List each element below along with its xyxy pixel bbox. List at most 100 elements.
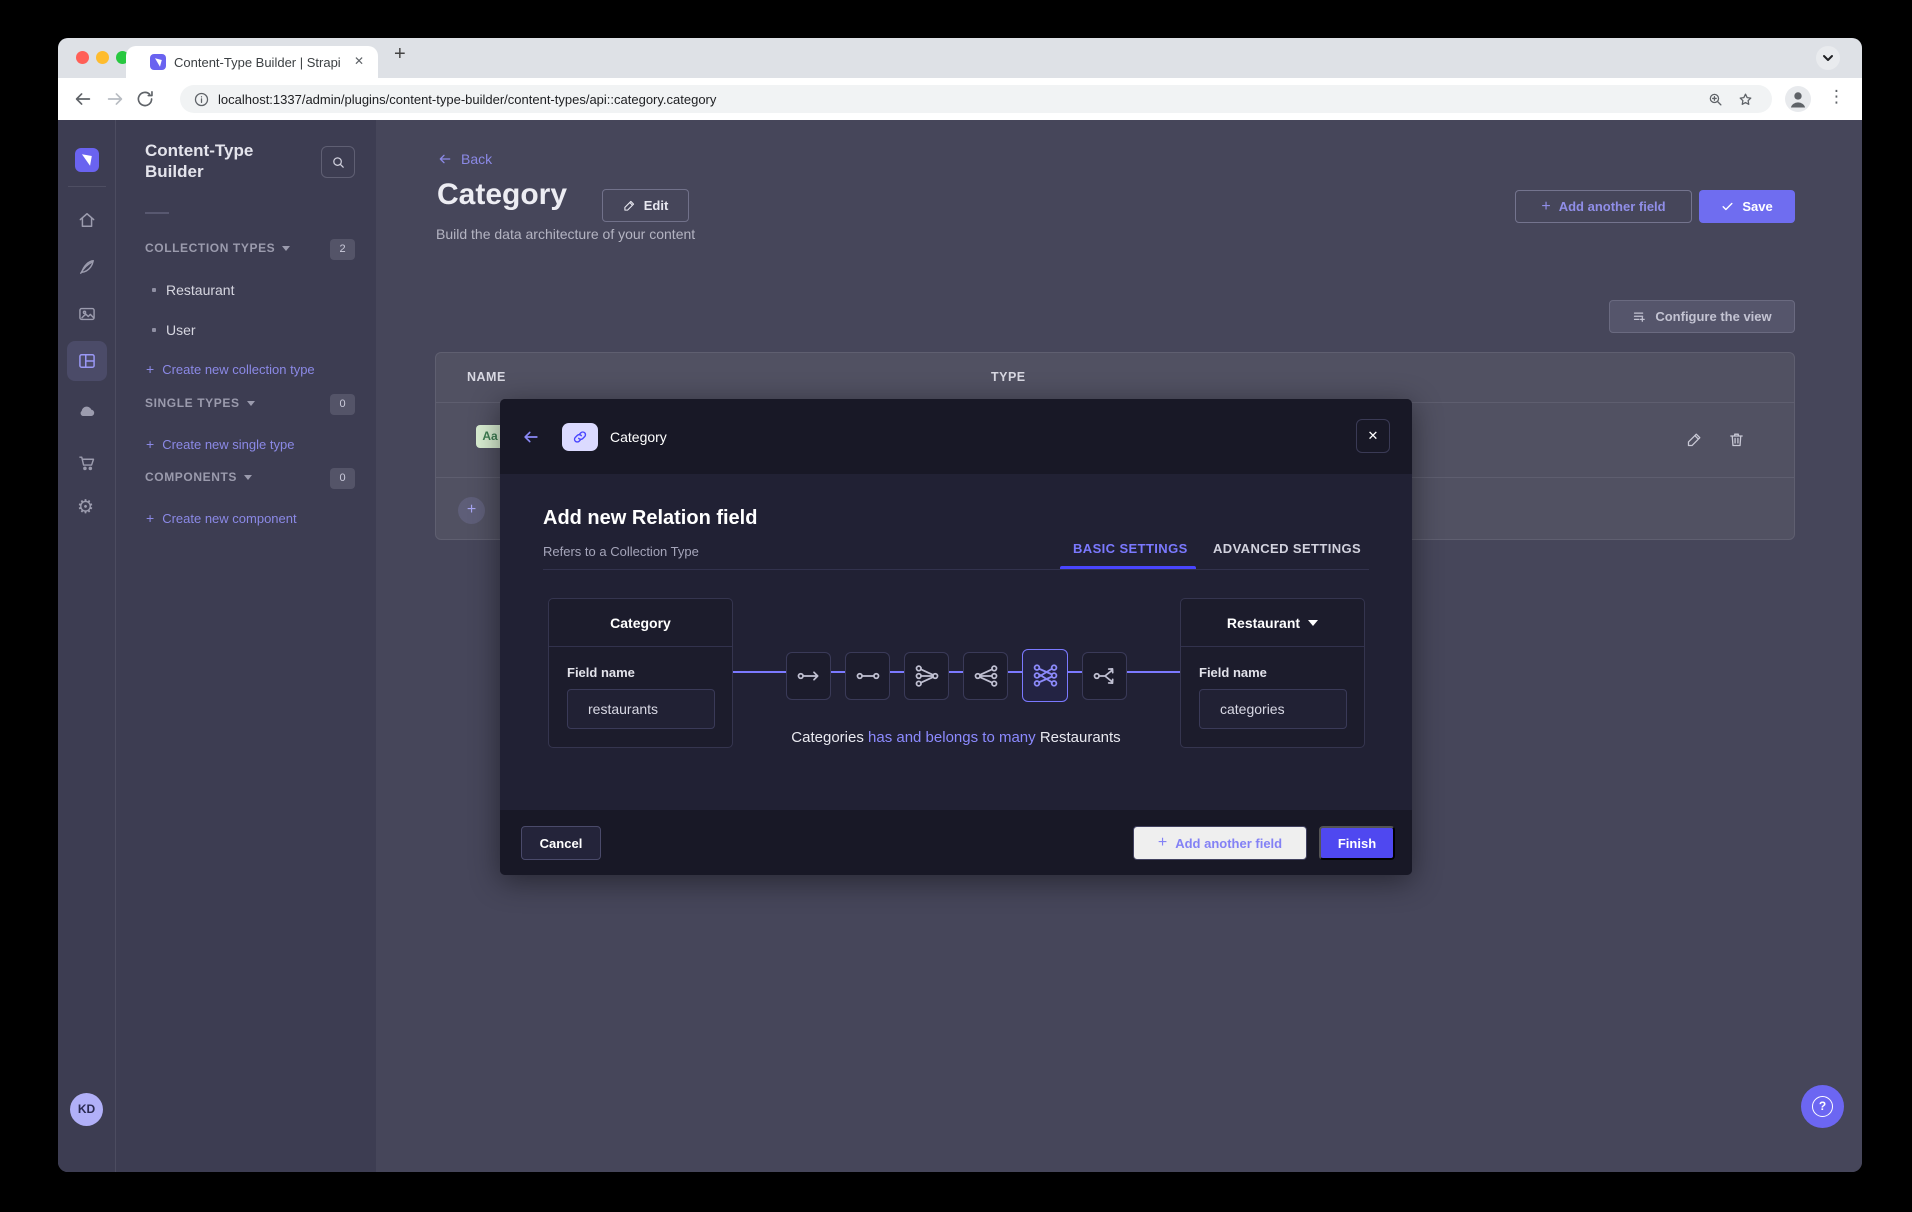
sentence-subject: Categories — [791, 729, 864, 746]
relation-sentence: Categories has and belongs to many Resta… — [500, 729, 1412, 746]
add-another-field-button[interactable]: +Add another field — [1515, 190, 1692, 223]
browser-tab[interactable]: Content-Type Builder | Strapi ✕ — [126, 46, 378, 78]
content-manager-feather-icon[interactable] — [77, 257, 97, 277]
strapi-admin: ⚙ KD Content-Type Builder COLLECTION TYP… — [58, 120, 1862, 1172]
chevron-down-icon — [1308, 620, 1318, 626]
edit-field-pencil-icon[interactable] — [1686, 431, 1703, 448]
edit-button[interactable]: Edit — [602, 189, 689, 222]
create-single-type-link[interactable]: +Create new single type — [146, 436, 294, 452]
source-field-name-input[interactable]: restaurants — [567, 689, 715, 729]
relation-option-many-way[interactable] — [1082, 652, 1127, 700]
check-icon — [1721, 200, 1734, 213]
url-text[interactable]: localhost:1337/admin/plugins/content-typ… — [218, 92, 716, 107]
sidebar-item-restaurant[interactable]: Restaurant — [152, 282, 234, 298]
one-to-many-icon — [914, 663, 940, 689]
browser-tabstrip: Content-Type Builder | Strapi ✕ + — [58, 38, 1862, 78]
plus-icon: + — [1158, 834, 1167, 852]
cloud-icon[interactable] — [77, 401, 97, 421]
pencil-icon — [623, 199, 636, 212]
target-field-label: Field name — [1199, 665, 1267, 680]
tab-search-chevron-icon[interactable] — [1816, 46, 1840, 70]
panel-divider — [145, 212, 169, 214]
sentence-relation: has and belongs to many — [868, 729, 1036, 746]
save-button[interactable]: Save — [1699, 190, 1795, 223]
many-way-icon — [1092, 663, 1118, 689]
chevron-down-icon — [244, 475, 252, 480]
close-window-button[interactable] — [76, 51, 89, 64]
browser-profile-avatar[interactable] — [1785, 86, 1811, 112]
content-type-builder-icon — [77, 351, 97, 371]
chevron-down-icon — [247, 401, 255, 406]
source-card-title: Category — [549, 599, 732, 647]
configure-list-icon — [1632, 309, 1647, 324]
back-link[interactable]: Back — [437, 151, 492, 167]
strapi-logo[interactable] — [75, 148, 99, 172]
site-info-icon[interactable] — [193, 91, 210, 108]
panel-title: Content-Type Builder — [145, 140, 295, 183]
address-bar[interactable]: localhost:1337/admin/plugins/content-typ… — [180, 85, 1772, 113]
strapi-favicon-icon — [150, 54, 166, 70]
configure-view-button[interactable]: Configure the view — [1609, 300, 1795, 333]
relation-option-many-to-one[interactable] — [963, 652, 1008, 700]
target-collection-select[interactable]: Restaurant — [1181, 599, 1364, 647]
bullet-icon — [152, 328, 156, 332]
bullet-icon — [152, 288, 156, 292]
modal-close-button[interactable]: ✕ — [1356, 419, 1390, 453]
target-card: Restaurant Field name categories — [1180, 598, 1365, 748]
chevron-down-icon — [282, 246, 290, 251]
nav-rail: ⚙ KD — [58, 120, 116, 1172]
create-collection-type-link[interactable]: +Create new collection type — [146, 361, 315, 377]
modal-add-another-field-button[interactable]: + Add another field — [1133, 826, 1307, 860]
column-header-name: NAME — [467, 370, 506, 384]
sidebar-item-user[interactable]: User — [152, 322, 196, 338]
section-single-types[interactable]: SINGLE TYPES — [145, 396, 255, 410]
one-to-one-icon — [855, 663, 881, 689]
question-mark-icon: ? — [1812, 1096, 1833, 1117]
modal-header: Category ✕ — [500, 399, 1412, 474]
tab-advanced-settings[interactable]: ADVANCED SETTINGS — [1213, 541, 1361, 556]
plus-icon: + — [146, 361, 154, 377]
help-fab[interactable]: ? — [1801, 1085, 1844, 1128]
marketplace-cart-icon[interactable] — [77, 453, 97, 473]
back-icon[interactable] — [72, 88, 94, 110]
close-icon: ✕ — [1368, 428, 1379, 443]
forward-icon — [104, 88, 126, 110]
ctb-panel: Content-Type Builder COLLECTION TYPES 2 … — [116, 120, 376, 1172]
relation-option-one-to-one[interactable] — [845, 652, 890, 700]
target-field-name-input[interactable]: categories — [1199, 689, 1347, 729]
minimize-window-button[interactable] — [96, 51, 109, 64]
media-library-icon[interactable] — [77, 304, 97, 324]
relation-option-one-way[interactable] — [786, 652, 831, 700]
add-field-row-plus-icon[interactable]: + — [458, 497, 485, 524]
tab-close-icon[interactable]: ✕ — [354, 54, 364, 68]
new-tab-button[interactable]: + — [394, 43, 406, 66]
home-icon[interactable] — [77, 210, 97, 230]
cancel-button[interactable]: Cancel — [521, 826, 601, 860]
link-icon — [572, 429, 588, 445]
modal-title: Add new Relation field — [543, 507, 757, 530]
plus-icon: + — [1541, 198, 1550, 216]
user-avatar[interactable]: KD — [70, 1093, 103, 1126]
delete-field-trash-icon[interactable] — [1728, 431, 1745, 448]
relation-option-one-to-many[interactable] — [904, 652, 949, 700]
reload-icon[interactable] — [134, 88, 156, 110]
zoom-icon[interactable] — [1707, 91, 1724, 108]
section-components[interactable]: COMPONENTS — [145, 470, 252, 484]
browser-menu-icon[interactable]: ⋮ — [1828, 87, 1845, 107]
column-header-type: TYPE — [991, 370, 1026, 384]
search-button[interactable] — [321, 146, 355, 178]
modal-subtitle: Refers to a Collection Type — [543, 544, 699, 559]
content-type-builder-nav[interactable] — [67, 341, 107, 381]
page-subtitle: Build the data architecture of your cont… — [436, 226, 695, 242]
create-component-link[interactable]: +Create new component — [146, 510, 297, 526]
modal-back-arrow-icon[interactable] — [521, 427, 541, 447]
section-collection-types[interactable]: COLLECTION TYPES — [145, 241, 290, 255]
finish-button[interactable]: Finish — [1319, 826, 1395, 860]
settings-gear-icon[interactable]: ⚙ — [77, 498, 97, 518]
tab-basic-settings[interactable]: BASIC SETTINGS — [1073, 541, 1188, 556]
browser-toolbar: localhost:1337/admin/plugins/content-typ… — [58, 78, 1862, 120]
relation-option-many-to-many[interactable] — [1022, 649, 1068, 702]
sentence-object: Restaurants — [1040, 729, 1121, 746]
modal-breadcrumb: Category — [610, 429, 667, 445]
bookmark-star-icon[interactable] — [1737, 91, 1754, 108]
